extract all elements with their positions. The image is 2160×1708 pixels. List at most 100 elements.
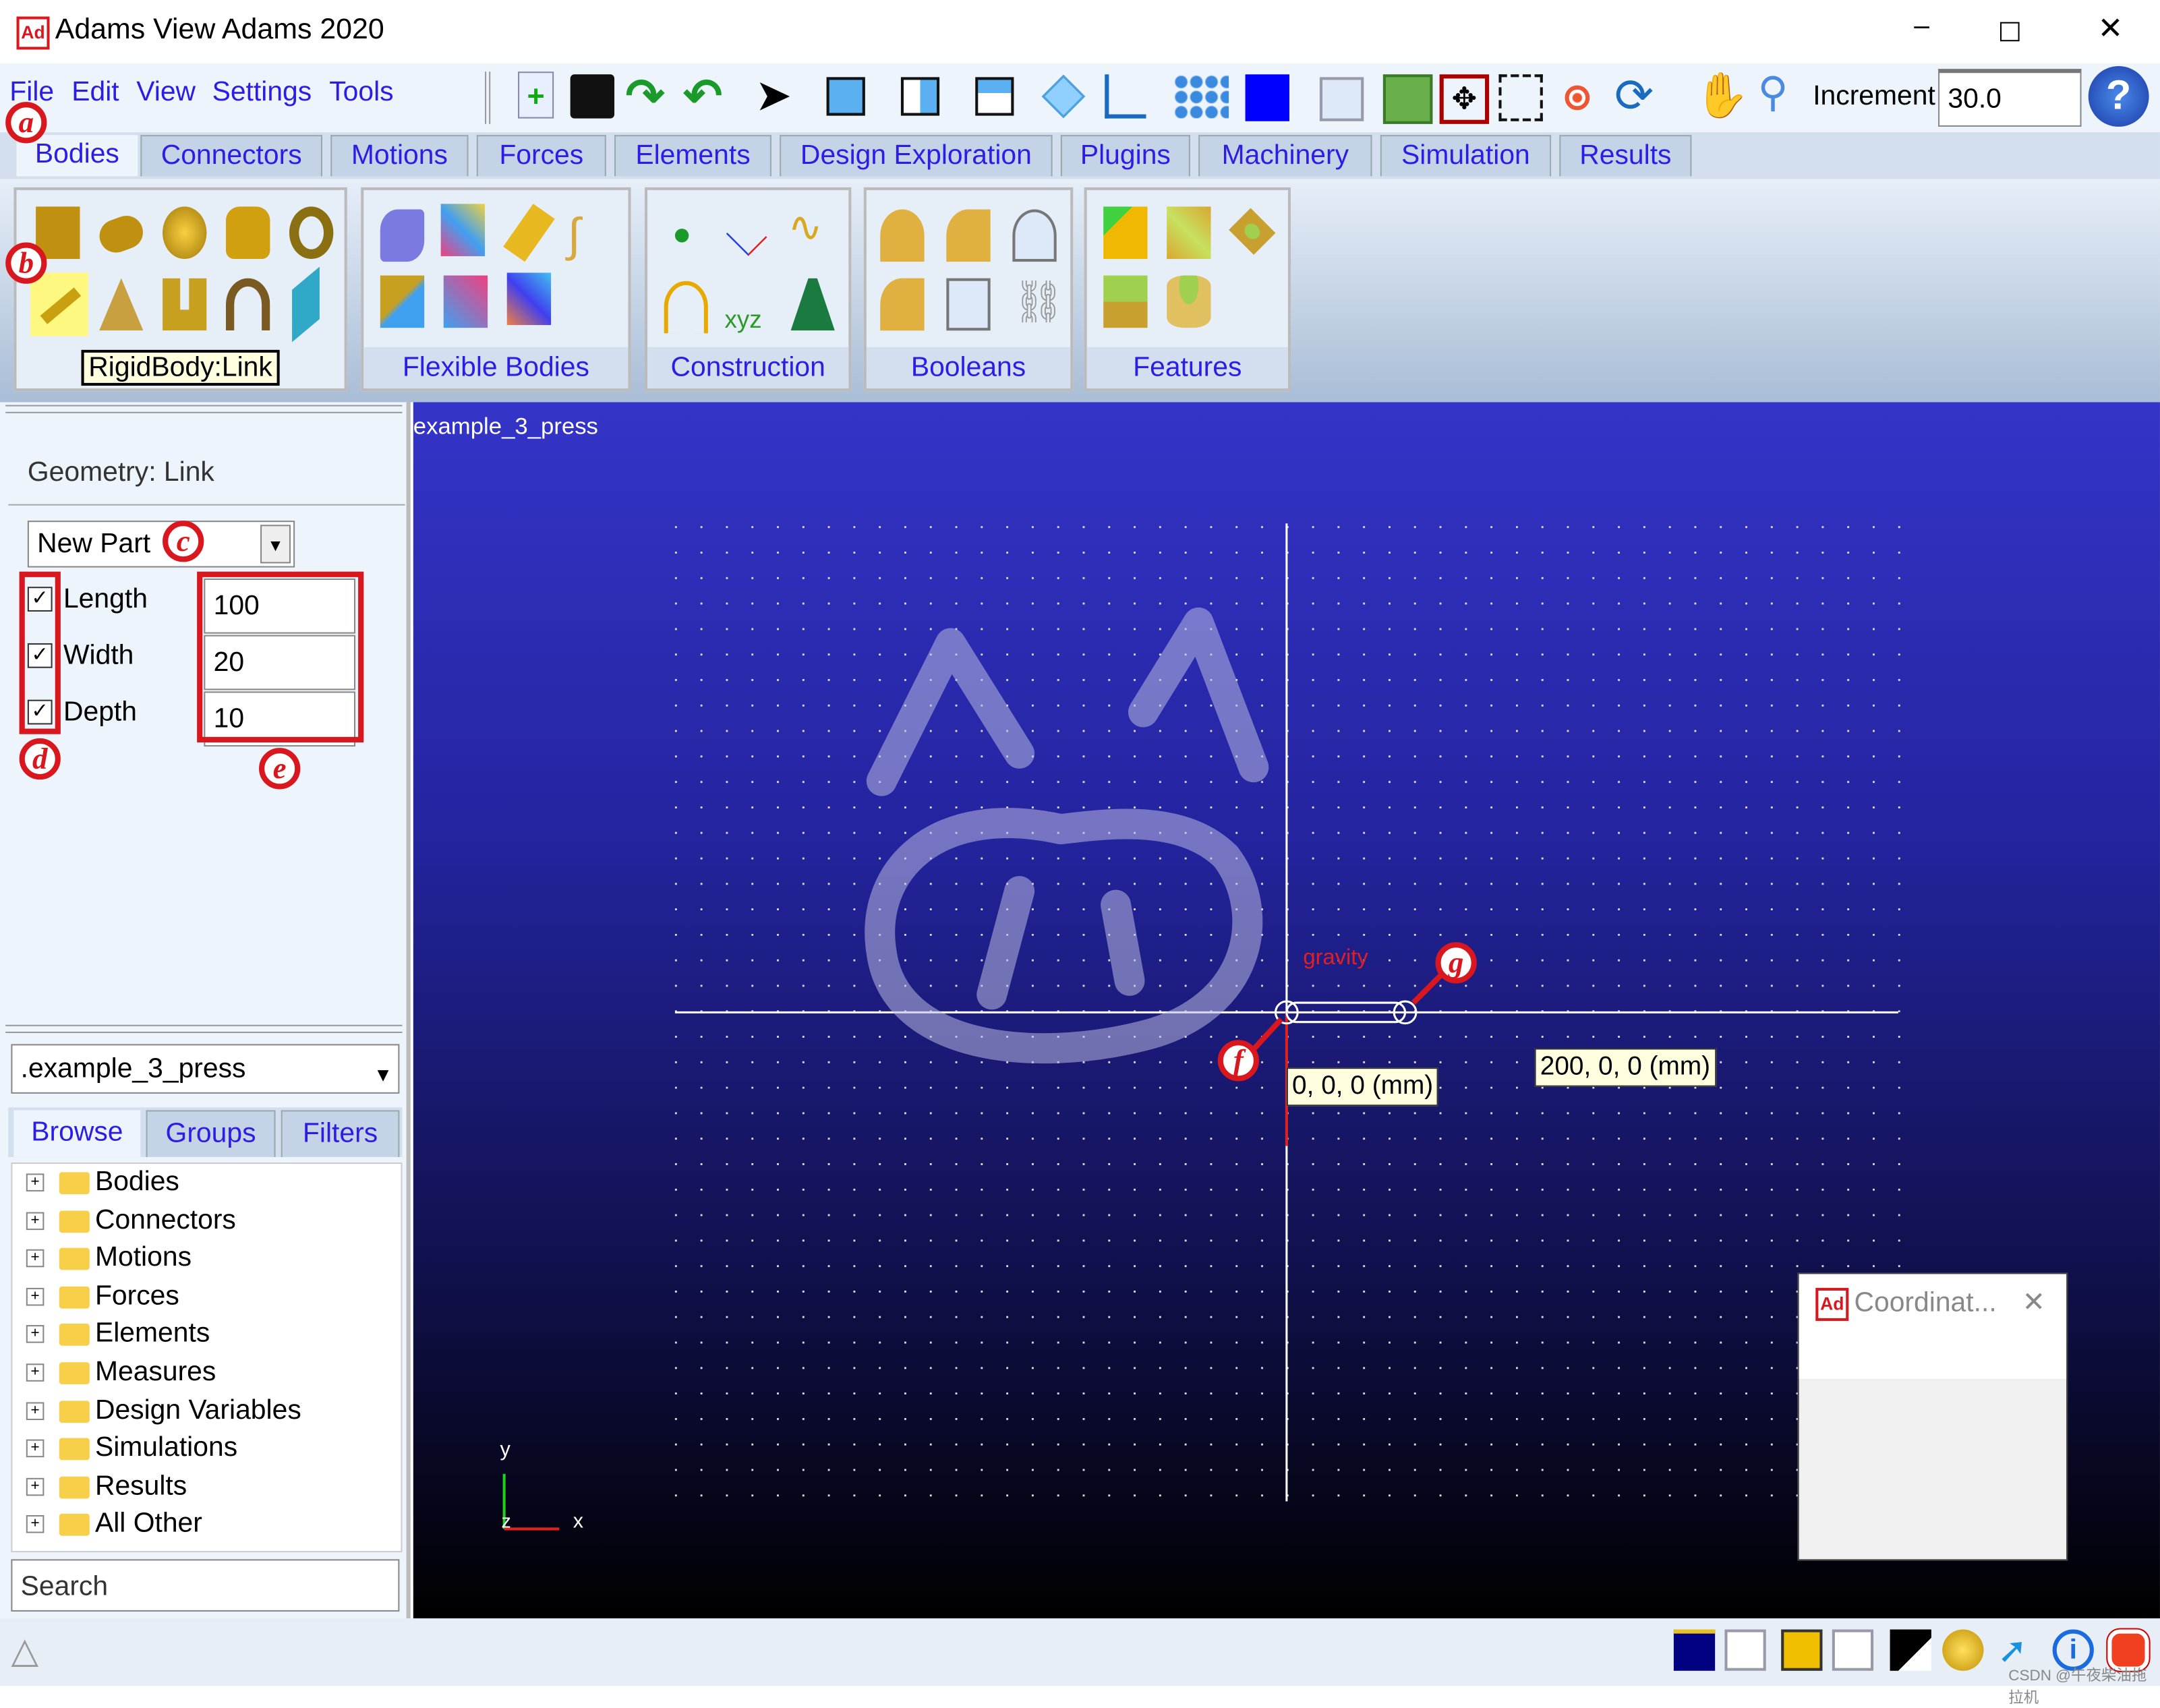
plane-icon[interactable] xyxy=(292,266,320,343)
menu-settings[interactable]: Settings xyxy=(212,77,312,109)
tab-forces[interactable]: Forces xyxy=(476,135,606,177)
select-arrow-icon[interactable]: ➤ xyxy=(755,69,792,121)
boss-icon[interactable] xyxy=(1103,275,1148,328)
cylinder-icon[interactable] xyxy=(94,211,148,258)
model-select[interactable]: .example_3_press ▼ xyxy=(11,1044,400,1094)
shading-icon[interactable] xyxy=(1319,77,1364,121)
expand-icon[interactable]: + xyxy=(26,1477,45,1496)
tab-motions[interactable]: Motions xyxy=(330,135,469,177)
union-icon[interactable] xyxy=(880,209,925,262)
new-model-icon[interactable]: + xyxy=(518,71,554,119)
spline-icon[interactable]: xyz xyxy=(724,278,768,333)
hollow-icon[interactable] xyxy=(1167,275,1211,328)
polyline-icon[interactable]: ∿ xyxy=(788,204,831,256)
revolution-icon[interactable] xyxy=(226,278,270,331)
tree-item-elements[interactable]: + Elements xyxy=(26,1316,399,1353)
intersect-icon[interactable] xyxy=(1012,209,1057,262)
flex-body-icon[interactable] xyxy=(503,204,555,262)
browser-tab-browse[interactable]: Browse xyxy=(13,1110,141,1157)
tab-connectors[interactable]: Connectors xyxy=(140,135,322,177)
view-front-icon[interactable] xyxy=(826,77,865,116)
tab-simulation[interactable]: Simulation xyxy=(1380,135,1552,177)
menu-tools[interactable]: Tools xyxy=(329,77,393,109)
hole-icon[interactable] xyxy=(1229,208,1276,255)
point-icon[interactable] xyxy=(674,229,689,243)
zoom-window-icon[interactable] xyxy=(1498,74,1543,121)
marker-icon[interactable] xyxy=(726,214,767,256)
merge-icon[interactable] xyxy=(946,209,991,262)
tab-elements[interactable]: Elements xyxy=(614,135,771,177)
chevron-down-icon[interactable]: ▼ xyxy=(374,1051,392,1098)
fit-icon[interactable] xyxy=(1382,74,1433,124)
search-input[interactable]: Search xyxy=(11,1559,400,1612)
tree-item-motions[interactable]: + Motions xyxy=(26,1240,399,1277)
expand-icon[interactable]: + xyxy=(26,1401,45,1420)
increment-input[interactable]: 30.0 xyxy=(1938,69,2082,127)
expand-icon[interactable]: + xyxy=(26,1325,45,1344)
background-color-icon[interactable] xyxy=(1673,1629,1716,1671)
zoom-magnifier-icon[interactable]: ⚲ xyxy=(1757,69,1788,117)
minimize-button[interactable]: – xyxy=(1901,11,1942,52)
menu-view[interactable]: View xyxy=(136,77,196,109)
frustum-icon[interactable] xyxy=(226,206,270,260)
center-target-icon[interactable] xyxy=(1565,85,1590,111)
expand-icon[interactable]: + xyxy=(26,1363,45,1382)
flex-edit-icon[interactable] xyxy=(506,272,552,326)
3d-viewport[interactable]: example_3_press gravity 0, 0, 0 (mm) 200… xyxy=(413,402,2160,1619)
tab-design-exploration[interactable]: Design Exploration xyxy=(780,135,1053,177)
tree-item-results[interactable]: + Results xyxy=(26,1468,399,1505)
triad-toggle-icon[interactable] xyxy=(1724,1629,1766,1671)
tree-item-simulations[interactable]: + Simulations xyxy=(26,1430,399,1467)
sphere-render-icon[interactable] xyxy=(1942,1629,1984,1671)
view-top-icon[interactable] xyxy=(900,77,940,116)
close-button[interactable]: ✕ xyxy=(2091,11,2130,52)
expand-icon[interactable]: + xyxy=(26,1440,45,1458)
rigid-to-flex-icon[interactable] xyxy=(440,204,486,256)
flex-replace-icon[interactable] xyxy=(443,275,488,328)
help-icon[interactable]: ? xyxy=(2088,66,2149,127)
undo-icon[interactable]: ↶ xyxy=(683,69,722,124)
flexible-beam-icon[interactable]: ∫ xyxy=(568,209,612,262)
swap-flex-icon[interactable] xyxy=(380,275,425,328)
tab-results[interactable]: Results xyxy=(1559,135,1692,177)
panel-splitter[interactable] xyxy=(5,405,403,413)
tree-item-measures[interactable]: + Measures xyxy=(26,1354,399,1391)
close-icon[interactable]: ✕ xyxy=(2022,1285,2045,1320)
pan-hand-icon[interactable]: ✋ xyxy=(1695,69,1749,121)
render-mode-icon[interactable] xyxy=(1890,1629,1931,1671)
save-icon[interactable] xyxy=(570,74,615,119)
tab-plugins[interactable]: Plugins xyxy=(1060,135,1190,177)
tree-item-forces[interactable]: + Forces xyxy=(26,1278,399,1315)
view-side-icon[interactable] xyxy=(975,77,1014,116)
arc-icon[interactable] xyxy=(664,281,708,334)
panel-splitter[interactable] xyxy=(5,1024,403,1034)
chamfer-icon[interactable] xyxy=(1103,206,1148,260)
tree-item-connectors[interactable]: + Connectors xyxy=(26,1202,399,1239)
grid-toggle-icon[interactable] xyxy=(1832,1629,1874,1671)
expand-icon[interactable]: + xyxy=(26,1287,45,1306)
tree-item-design-variables[interactable]: + Design Variables xyxy=(26,1392,399,1429)
coordinate-system-icon[interactable] xyxy=(1105,74,1146,119)
expand-icon[interactable]: + xyxy=(26,1211,45,1230)
browser-tab-groups[interactable]: Groups xyxy=(146,1110,276,1157)
browser-tab-filters[interactable]: Filters xyxy=(281,1110,400,1157)
tree-item-all-other[interactable]: + All Other xyxy=(26,1506,399,1543)
render-color-icon[interactable] xyxy=(1245,74,1289,121)
cut-icon[interactable] xyxy=(880,278,925,331)
coordinate-window-titlebar[interactable]: Ad Coordinat... ✕ xyxy=(1799,1274,2067,1379)
fillet-icon[interactable] xyxy=(1167,206,1211,260)
tree-item-bodies[interactable]: + Bodies xyxy=(26,1164,399,1201)
mass-icon[interactable] xyxy=(790,278,835,331)
split-icon[interactable] xyxy=(946,278,991,331)
redo-icon[interactable]: ↷ xyxy=(625,69,664,124)
tab-machinery[interactable]: Machinery xyxy=(1198,135,1372,177)
torus-icon[interactable] xyxy=(289,206,334,260)
sphere-icon[interactable] xyxy=(163,206,207,260)
expand-icon[interactable]: + xyxy=(26,1515,45,1534)
expand-icon[interactable]: + xyxy=(26,1173,45,1191)
color-icon[interactable] xyxy=(1781,1629,1823,1671)
maximize-button[interactable] xyxy=(2000,22,2020,42)
view-iso-icon[interactable] xyxy=(1041,74,1086,119)
extrusion-icon[interactable] xyxy=(163,278,207,331)
grid-icon[interactable] xyxy=(1173,74,1229,119)
